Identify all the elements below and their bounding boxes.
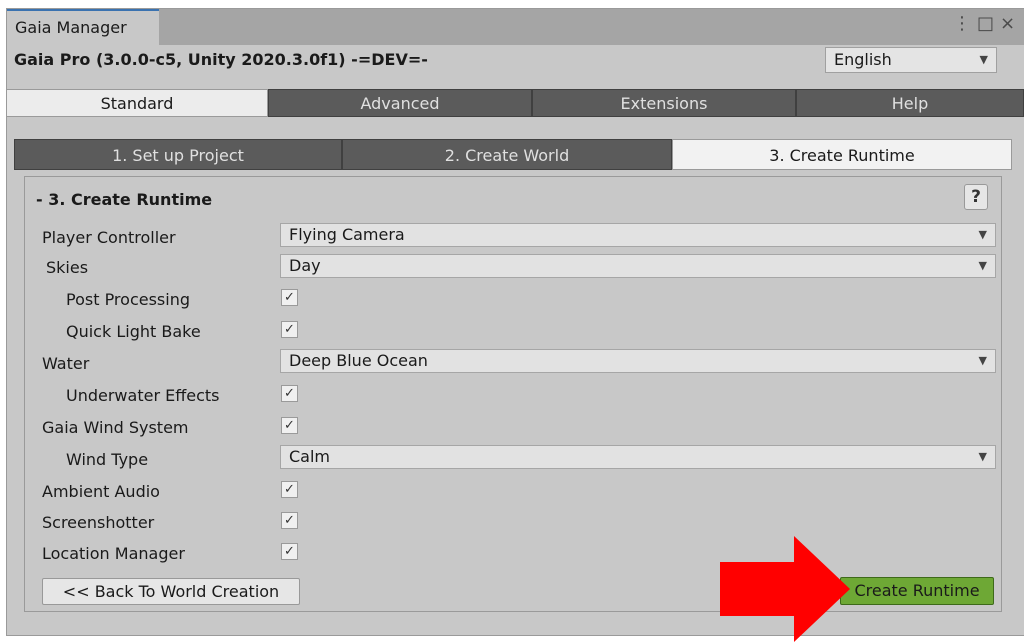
screenshotter-checkbox[interactable]: ✓ <box>281 512 298 529</box>
chevron-down-icon: ▼ <box>979 53 988 66</box>
tab-standard[interactable]: Standard <box>6 89 268 117</box>
tab-help[interactable]: Help <box>796 89 1024 117</box>
checkmark-icon: ✓ <box>284 513 295 528</box>
language-select[interactable]: English ▼ <box>825 47 997 73</box>
location-manager-checkbox[interactable]: ✓ <box>281 543 298 560</box>
help-button[interactable]: ? <box>964 184 988 210</box>
chevron-down-icon: ▼ <box>978 259 987 272</box>
maximize-icon[interactable]: □ <box>977 13 1000 34</box>
gaia-wind-system-checkbox[interactable]: ✓ <box>281 417 298 434</box>
annotation-arrow-icon <box>720 536 850 642</box>
sub-tabs: 1. Set up Project 2. Create World 3. Cre… <box>14 139 1012 170</box>
main-tabs: Standard Advanced Extensions Help <box>6 89 1024 117</box>
window-titlebar: Gaia Manager ⋮□× <box>7 9 1024 45</box>
checkmark-icon: ✓ <box>284 386 295 401</box>
skies-label: Skies <box>46 258 89 277</box>
window-controls: ⋮□× <box>953 13 1021 34</box>
ambient-audio-checkbox[interactable]: ✓ <box>281 481 298 498</box>
checkmark-icon: ✓ <box>284 290 295 305</box>
ambient-audio-label: Ambient Audio <box>42 482 160 501</box>
skies-value: Day <box>289 256 321 275</box>
language-value: English <box>834 50 892 69</box>
post-processing-checkbox[interactable]: ✓ <box>281 289 298 306</box>
chevron-down-icon: ▼ <box>978 450 987 463</box>
wind-type-dropdown[interactable]: Calm ▼ <box>280 445 996 469</box>
window-tab[interactable]: Gaia Manager <box>7 9 159 45</box>
back-to-world-creation-button[interactable]: << Back To World Creation <box>42 578 300 605</box>
subtab-create-runtime[interactable]: 3. Create Runtime <box>672 139 1012 170</box>
section-title[interactable]: - 3. Create Runtime <box>36 190 212 209</box>
close-icon[interactable]: × <box>1000 13 1021 34</box>
player-controller-dropdown[interactable]: Flying Camera ▼ <box>280 223 996 247</box>
quick-light-bake-checkbox[interactable]: ✓ <box>281 321 298 338</box>
tab-advanced[interactable]: Advanced <box>268 89 532 117</box>
menu-dots-icon[interactable]: ⋮ <box>953 13 977 34</box>
quick-light-bake-label: Quick Light Bake <box>66 322 201 341</box>
checkmark-icon: ✓ <box>284 418 295 433</box>
chevron-down-icon: ▼ <box>978 228 987 241</box>
skies-dropdown[interactable]: Day ▼ <box>280 254 996 278</box>
wind-type-value: Calm <box>289 447 331 466</box>
gaia-wind-system-label: Gaia Wind System <box>42 418 189 437</box>
checkmark-icon: ✓ <box>284 544 295 559</box>
tab-extensions[interactable]: Extensions <box>532 89 796 117</box>
subtab-set-up-project[interactable]: 1. Set up Project <box>14 139 342 170</box>
water-dropdown[interactable]: Deep Blue Ocean ▼ <box>280 349 996 373</box>
player-controller-value: Flying Camera <box>289 225 405 244</box>
subtab-create-world[interactable]: 2. Create World <box>342 139 672 170</box>
post-processing-label: Post Processing <box>66 290 190 309</box>
header-title: Gaia Pro (3.0.0-c5, Unity 2020.3.0f1) -=… <box>14 50 428 69</box>
checkmark-icon: ✓ <box>284 482 295 497</box>
underwater-effects-checkbox[interactable]: ✓ <box>281 385 298 402</box>
wind-type-label: Wind Type <box>66 450 149 469</box>
underwater-effects-label: Underwater Effects <box>66 386 220 405</box>
player-controller-label: Player Controller <box>42 228 176 247</box>
chevron-down-icon: ▼ <box>978 354 987 367</box>
water-label: Water <box>42 354 90 373</box>
screenshotter-label: Screenshotter <box>42 513 155 532</box>
location-manager-label: Location Manager <box>42 544 185 563</box>
water-value: Deep Blue Ocean <box>289 351 428 370</box>
checkmark-icon: ✓ <box>284 322 295 337</box>
